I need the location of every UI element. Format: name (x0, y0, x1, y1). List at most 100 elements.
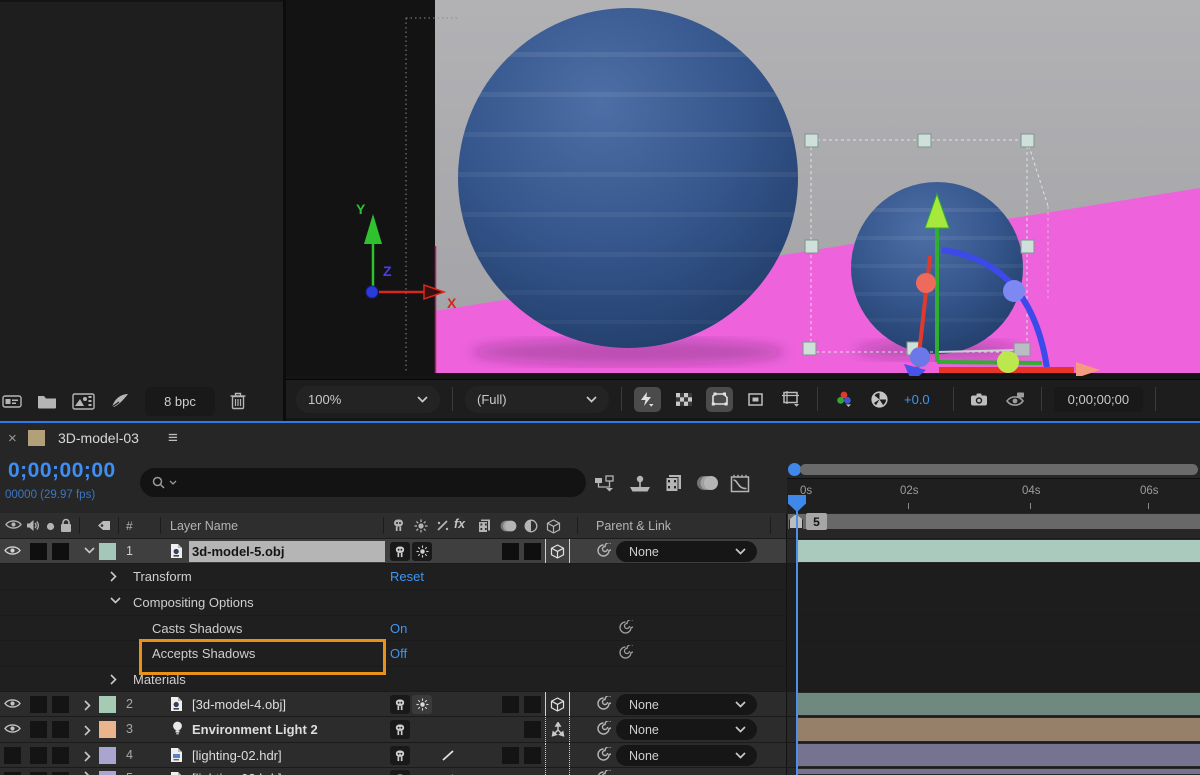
audio-toggle[interactable] (30, 696, 47, 713)
pickwhip-icon[interactable] (618, 620, 633, 635)
layer-name[interactable]: Environment Light 2 (192, 722, 318, 737)
layer-row-4[interactable]: 4 [lighting-02.hdr] None (0, 743, 1200, 768)
exposure-reset-button[interactable] (866, 387, 893, 412)
work-area-zone[interactable]: 5 (786, 513, 1200, 538)
audio-toggle[interactable] (30, 747, 47, 764)
layer-name[interactable]: [3d-model-4.obj] (192, 697, 286, 712)
label-column-tag-icon[interactable] (96, 518, 111, 533)
solo-toggle[interactable] (52, 747, 69, 764)
transparency-grid-button[interactable] (670, 387, 697, 412)
work-area-bar[interactable] (788, 514, 1200, 529)
eye-icon[interactable] (4, 723, 21, 734)
layer-row-5-partial[interactable]: 5 [lighting-03.hdr] (0, 768, 1200, 775)
audio-toggle[interactable] (30, 721, 47, 738)
layer-duration-bar[interactable] (798, 744, 1200, 766)
parent-link-column-header[interactable]: Parent & Link (596, 519, 671, 533)
threed-layer-toggle[interactable] (545, 539, 570, 563)
motion-blur-column-icon[interactable] (500, 519, 517, 533)
panel-menu-icon[interactable]: ≡ (168, 428, 178, 448)
new-folder-icon[interactable] (37, 394, 57, 409)
graph-editor-icon[interactable] (730, 474, 750, 493)
effects-column-header[interactable]: fx (454, 517, 465, 531)
parent-dropdown[interactable]: None (616, 745, 757, 766)
layer-color-swatch[interactable] (99, 747, 116, 764)
draft-3d-icon[interactable] (628, 475, 652, 492)
threed-layer-toggle[interactable] (545, 692, 570, 716)
adjustment-toggle[interactable] (524, 747, 541, 764)
quality-column-icon[interactable] (436, 519, 450, 532)
motion-blur-toggle[interactable] (502, 747, 519, 764)
proxy-swoosh-icon[interactable] (110, 393, 130, 409)
current-time-indicator-line[interactable] (796, 511, 798, 775)
delete-trash-icon[interactable] (230, 392, 246, 410)
viewport-canvas[interactable]: Y Z X (286, 0, 1200, 376)
collapse-transformations-toggle[interactable] (412, 542, 432, 561)
pickwhip-icon[interactable] (596, 721, 611, 736)
shy-toggle[interactable] (390, 720, 410, 739)
pickwhip-icon[interactable] (596, 747, 611, 762)
layer-duration-bar[interactable] (798, 693, 1200, 715)
casts-shadows-value[interactable]: On (390, 621, 407, 636)
quality-toggle[interactable] (438, 770, 458, 775)
timeline-tab-title[interactable]: 3D-model-03 (58, 430, 139, 446)
layer-color-swatch[interactable] (99, 721, 116, 738)
collapse-transformations-icon[interactable] (414, 519, 428, 533)
shy-toggle[interactable] (390, 770, 410, 775)
layer-duration-bar[interactable] (798, 769, 1200, 774)
motion-blur-toggle[interactable] (502, 696, 519, 713)
eye-icon[interactable] (4, 698, 21, 709)
chevron-down-icon[interactable] (110, 597, 121, 604)
layer-row-2[interactable]: 2 [3d-model-4.obj] None (0, 692, 1200, 717)
channel-show-button[interactable] (830, 387, 857, 412)
snapshot-button[interactable] (966, 387, 993, 412)
composition-viewer[interactable]: Y Z X (286, 0, 1200, 422)
group-label[interactable]: Compositing Options (133, 595, 254, 610)
layer-name[interactable]: 3d-model-5.obj (192, 544, 284, 559)
pickwhip-icon[interactable] (596, 543, 611, 558)
solo-toggle[interactable] (52, 721, 69, 738)
resolution-dropdown[interactable]: (Full) (465, 386, 609, 413)
pickwhip-icon[interactable] (618, 645, 633, 660)
shy-toggle[interactable] (390, 746, 410, 765)
timeline-search-input[interactable] (140, 468, 586, 497)
new-composition-icon[interactable] (72, 393, 95, 410)
layer-duration-bar[interactable] (798, 540, 1200, 562)
chevron-right-icon[interactable] (110, 674, 117, 685)
exposure-value[interactable]: +0.0 (904, 392, 930, 407)
parent-dropdown[interactable]: None (616, 719, 757, 740)
timeline-scrollbar[interactable] (800, 464, 1198, 475)
preview-time-display[interactable]: 0;00;00;00 (1054, 387, 1143, 412)
interpret-footage-icon[interactable] (2, 394, 22, 409)
mask-visibility-button[interactable] (742, 387, 769, 412)
parent-dropdown[interactable]: None (616, 541, 757, 562)
shy-column-icon[interactable] (391, 519, 406, 532)
time-ruler[interactable]: 0s 02s 04s 06s (787, 478, 1200, 514)
frame-blend-column-icon[interactable] (477, 519, 493, 533)
parent-dropdown[interactable]: None (616, 694, 757, 715)
audio-toggle[interactable] (30, 543, 47, 560)
chevron-down-icon[interactable] (84, 547, 95, 554)
solo-column-icon[interactable] (46, 522, 55, 531)
threed-layer-column-icon[interactable] (546, 519, 561, 534)
eye-icon[interactable] (4, 545, 21, 556)
pickwhip-icon[interactable] (596, 770, 611, 775)
layer-color-swatch[interactable] (99, 543, 116, 560)
property-group-transform[interactable]: Transform Reset (0, 564, 1200, 590)
frame-blend-icon[interactable] (664, 474, 684, 492)
layer-row-1[interactable]: 1 3d-model-5.obj None (0, 539, 1200, 564)
adjustment-toggle[interactable] (524, 696, 541, 713)
bit-depth-button[interactable]: 8 bpc (145, 387, 215, 416)
shy-toggle[interactable] (390, 695, 410, 714)
layer-name-column-header[interactable]: Layer Name (170, 519, 238, 533)
layer-duration-bar[interactable] (798, 718, 1200, 741)
shy-toggle[interactable] (390, 542, 410, 561)
layer-name[interactable]: [lighting-02.hdr] (192, 748, 282, 763)
layer-name[interactable]: [lighting-03.hdr] (192, 771, 282, 775)
solo-toggle[interactable] (52, 696, 69, 713)
video-column-eye-icon[interactable] (5, 519, 22, 530)
crop-settings-button[interactable] (778, 387, 805, 412)
region-of-interest-button[interactable] (706, 387, 733, 412)
close-tab-icon[interactable]: × (8, 430, 17, 447)
adjustment-toggle[interactable] (524, 721, 541, 738)
property-group-compositing-options[interactable]: Compositing Options (0, 590, 1200, 616)
